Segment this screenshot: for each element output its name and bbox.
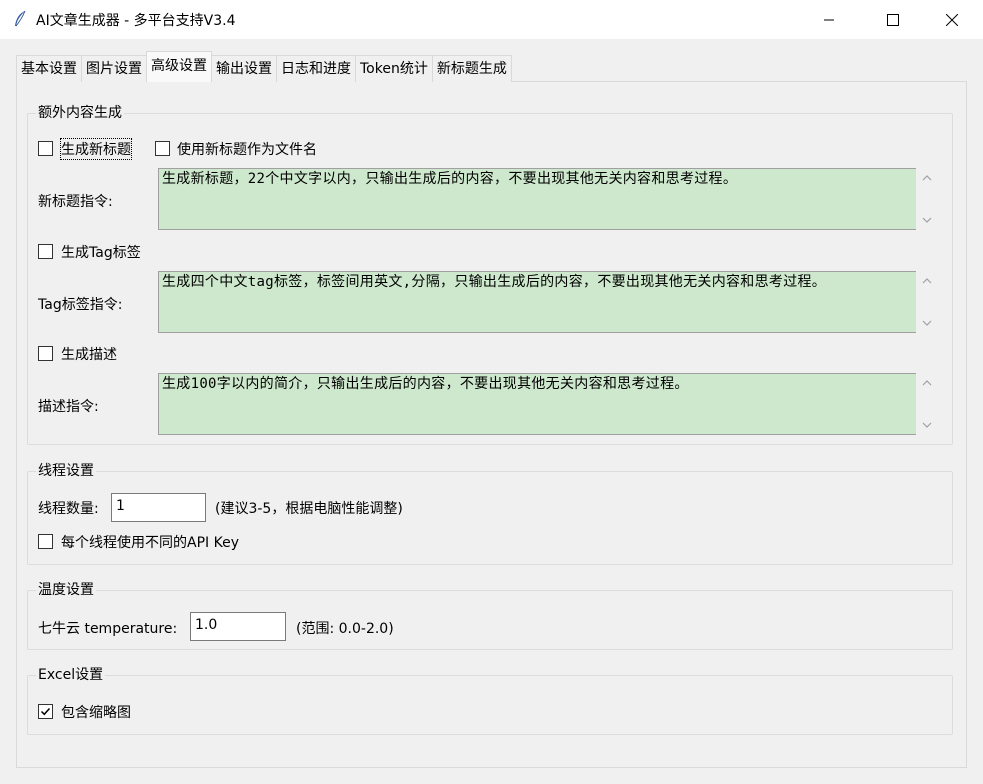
desc-prompt-textarea[interactable]: 生成100字以内的简介，只输出生成后的内容，不要出现其他无关内容和思考过程。 <box>158 373 916 435</box>
title-bar: AI文章生成器 - 多平台支持V3.4 <box>0 0 983 39</box>
tag-prompt-textarea[interactable]: 生成四个中文tag标签，标签间用英文,分隔，只输出生成后的内容，不要出现其他无关… <box>158 271 916 333</box>
include-thumbnail-label[interactable]: 包含缩略图 <box>61 702 131 722</box>
tab-basic-settings[interactable]: 基本设置 <box>16 55 82 82</box>
maximize-icon <box>887 13 899 26</box>
temperature-settings-frame-title: 温度设置 <box>36 581 96 599</box>
title-prompt-textarea[interactable]: 生成新标题，22个中文字以内，只输出生成后的内容，不要出现其他无关内容和思考过程… <box>158 168 916 230</box>
temperature-input[interactable]: 1.0 <box>190 612 286 641</box>
gen-tags-label[interactable]: 生成Tag标签 <box>61 242 141 262</box>
tab-token-stats[interactable]: Token统计 <box>355 55 433 82</box>
tab-new-title-gen[interactable]: 新标题生成 <box>431 55 512 82</box>
per-thread-key-label[interactable]: 每个线程使用不同的API Key <box>61 532 239 552</box>
close-button[interactable] <box>929 0 975 39</box>
gen-desc-checkbox[interactable] <box>38 346 53 361</box>
temperature-label: 七牛云 temperature: <box>38 621 178 637</box>
tab-output-settings[interactable]: 输出设置 <box>211 55 277 82</box>
tab-image-settings[interactable]: 图片设置 <box>81 55 147 82</box>
temperature-hint: (范围: 0.0-2.0) <box>296 621 394 637</box>
use-title-as-filename-label[interactable]: 使用新标题作为文件名 <box>177 139 317 159</box>
tag-prompt-label: Tag标签指令: <box>38 297 123 313</box>
scroll-down-icon[interactable] <box>921 420 933 430</box>
tab-log-progress[interactable]: 日志和进度 <box>276 55 356 82</box>
thread-count-hint: (建议3-5，根据电脑性能调整) <box>215 501 403 517</box>
checkmark-icon <box>40 707 51 716</box>
per-thread-key-checkbox[interactable] <box>38 534 53 549</box>
scroll-up-icon[interactable] <box>921 276 933 286</box>
thread-count-input[interactable]: 1 <box>111 493 206 522</box>
title-prompt-scrollbar[interactable] <box>917 168 937 230</box>
thread-settings-frame-title: 线程设置 <box>36 462 96 480</box>
minimize-button[interactable] <box>806 0 852 39</box>
feather-icon <box>15 10 26 27</box>
excel-settings-frame-title: Excel设置 <box>36 666 106 684</box>
title-prompt-label: 新标题指令: <box>38 194 113 210</box>
scroll-up-icon[interactable] <box>921 378 933 388</box>
gen-desc-label[interactable]: 生成描述 <box>61 344 117 364</box>
extra-content-frame-title: 额外内容生成 <box>36 104 124 122</box>
thread-count-label: 线程数量: <box>38 501 99 517</box>
desc-prompt-scrollbar[interactable] <box>917 373 937 435</box>
tag-prompt-scrollbar[interactable] <box>917 271 937 333</box>
scroll-down-icon[interactable] <box>921 215 933 225</box>
scroll-down-icon[interactable] <box>921 318 933 328</box>
use-title-as-filename-checkbox[interactable] <box>155 141 170 156</box>
close-icon <box>946 13 958 26</box>
gen-new-title-checkbox[interactable] <box>38 141 53 156</box>
window-title: AI文章生成器 - 多平台支持V3.4 <box>36 13 236 29</box>
scroll-up-icon[interactable] <box>921 173 933 183</box>
tab-strip: 基本设置 图片设置 高级设置 输出设置 日志和进度 Token统计 新标题生成 <box>16 51 512 82</box>
gen-new-title-label[interactable]: 生成新标题 <box>60 138 132 160</box>
gen-tags-checkbox[interactable] <box>38 244 53 259</box>
desc-prompt-label: 描述指令: <box>38 399 99 415</box>
maximize-button[interactable] <box>870 0 916 39</box>
minimize-icon <box>824 19 834 20</box>
excel-settings-frame: Excel设置 <box>27 666 953 735</box>
tab-advanced-settings[interactable]: 高级设置 <box>146 51 212 82</box>
include-thumbnail-checkbox[interactable] <box>38 704 53 719</box>
